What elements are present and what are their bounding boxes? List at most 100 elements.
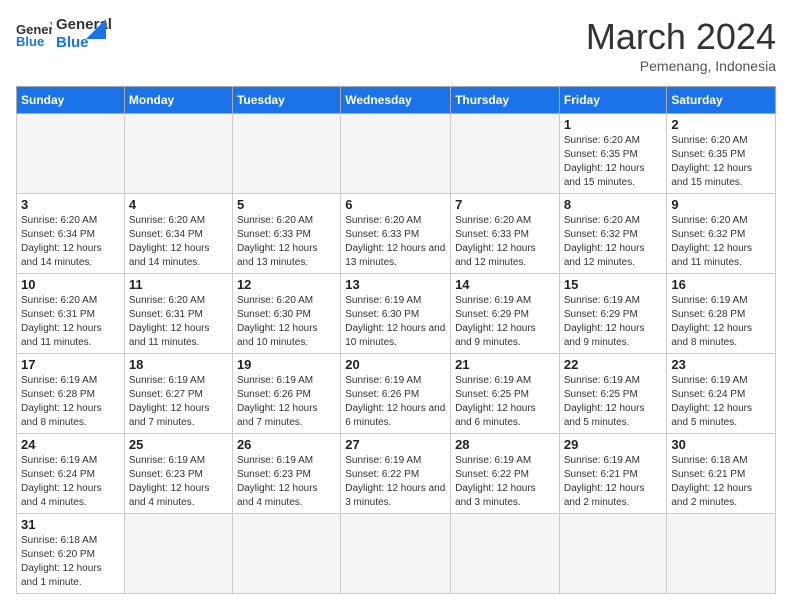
day-info: Sunrise: 6:19 AM Sunset: 6:25 PM Dayligh… (455, 374, 555, 430)
calendar-day-cell: 21 Sunrise: 6:19 AM Sunset: 6:25 PM Dayli… (451, 354, 560, 434)
day-info: Sunrise: 6:19 AM Sunset: 6:30 PM Dayligh… (345, 294, 446, 350)
calendar-day-cell: 16Sunrise: 6:19 AM Sunset: 6:28 PM Dayli… (667, 274, 776, 354)
calendar-day-cell: 15 Sunrise: 6:19 AM Sunset: 6:29 PM Dayli… (559, 274, 667, 354)
calendar-day-cell: 12 Sunrise: 6:20 AM Sunset: 6:30 PM Dayli… (232, 274, 340, 354)
weekday-header-wednesday: Wednesday (341, 87, 451, 114)
calendar-day-cell: 22 Sunrise: 6:19 AM Sunset: 6:25 PM Dayli… (559, 354, 667, 434)
day-info: Sunrise: 6:19 AM Sunset: 6:25 PM Dayligh… (564, 374, 663, 430)
day-number: 17 (21, 357, 120, 372)
calendar-day-cell (451, 514, 560, 594)
day-number: 18 (129, 357, 228, 372)
weekday-header-monday: Monday (124, 87, 232, 114)
weekday-header-friday: Friday (559, 87, 667, 114)
calendar-day-cell: 23 Sunrise: 6:19 AM Sunset: 6:24 PM Dayli… (667, 354, 776, 434)
day-number: 21 (455, 357, 555, 372)
day-number: 4 (129, 197, 228, 212)
day-info: Sunrise: 6:19 AM Sunset: 6:28 PM Dayligh… (671, 294, 771, 350)
calendar-day-cell (667, 514, 776, 594)
day-info: Sunrise: 6:19 AM Sunset: 6:23 PM Dayligh… (129, 454, 228, 510)
calendar-day-cell: 2Sunrise: 6:20 AM Sunset: 6:35 PM Daylig… (667, 114, 776, 194)
day-info: Sunrise: 6:18 AM Sunset: 6:20 PM Dayligh… (21, 534, 120, 590)
day-number: 6 (345, 197, 446, 212)
day-info: Sunrise: 6:19 AM Sunset: 6:24 PM Dayligh… (671, 374, 771, 430)
calendar-day-cell (559, 514, 667, 594)
location-subtitle: Pemenang, Indonesia (586, 58, 776, 74)
calendar-day-cell: 1Sunrise: 6:20 AM Sunset: 6:35 PM Daylig… (559, 114, 667, 194)
day-info: Sunrise: 6:19 AM Sunset: 6:21 PM Dayligh… (564, 454, 663, 510)
day-info: Sunrise: 6:19 AM Sunset: 6:22 PM Dayligh… (455, 454, 555, 510)
calendar-table: SundayMondayTuesdayWednesdayThursdayFrid… (16, 86, 776, 594)
calendar-week-row: 3 Sunrise: 6:20 AM Sunset: 6:34 PM Daylig… (17, 194, 776, 274)
calendar-week-row: 17Sunrise: 6:19 AM Sunset: 6:28 PM Dayli… (17, 354, 776, 434)
calendar-week-row: 1 Sunrise: 6:20 AM Sunset: 6:35 PM Daylig… (17, 114, 776, 194)
day-info: Sunrise: 6:19 AM Sunset: 6:27 PM Dayligh… (129, 374, 228, 430)
day-info: Sunrise: 6:20 AM Sunset: 6:31 PM Dayligh… (129, 294, 228, 350)
calendar-body: 1 Sunrise: 6:20 AM Sunset: 6:35 PM Daylig… (17, 114, 776, 594)
day-number: 23 (671, 357, 771, 372)
general-blue-logo-icon: General Blue (16, 20, 52, 48)
calendar-day-cell: 11 Sunrise: 6:20 AM Sunset: 6:31 PM Dayli… (124, 274, 232, 354)
calendar-day-cell (124, 514, 232, 594)
day-number: 24 (21, 437, 120, 452)
day-info: Sunrise: 6:19 AM Sunset: 6:22 PM Dayligh… (345, 454, 446, 510)
day-info: Sunrise: 6:20 AM Sunset: 6:33 PM Dayligh… (237, 214, 336, 270)
calendar-day-cell: 20 Sunrise: 6:19 AM Sunset: 6:26 PM Dayli… (341, 354, 451, 434)
day-number: 12 (237, 277, 336, 292)
weekday-header-row: SundayMondayTuesdayWednesdayThursdayFrid… (17, 87, 776, 114)
calendar-day-cell: 26Sunrise: 6:19 AM Sunset: 6:23 PM Dayli… (232, 434, 340, 514)
calendar-day-cell: 7 Sunrise: 6:20 AM Sunset: 6:33 PM Daylig… (451, 194, 560, 274)
calendar-day-cell: 29Sunrise: 6:19 AM Sunset: 6:21 PM Dayli… (559, 434, 667, 514)
day-info: Sunrise: 6:20 AM Sunset: 6:33 PM Dayligh… (345, 214, 446, 270)
day-number: 22 (564, 357, 663, 372)
calendar-day-cell: 17Sunrise: 6:19 AM Sunset: 6:28 PM Dayli… (17, 354, 125, 434)
calendar-day-cell: 18 Sunrise: 6:19 AM Sunset: 6:27 PM Dayli… (124, 354, 232, 434)
day-number: 28 (455, 437, 555, 452)
page-header: General Blue General Blue March 2024 Pem… (16, 16, 776, 74)
day-number: 11 (129, 277, 228, 292)
day-number: 1 (564, 117, 663, 132)
weekday-header-tuesday: Tuesday (232, 87, 340, 114)
day-number: 7 (455, 197, 555, 212)
calendar-day-cell: 28 Sunrise: 6:19 AM Sunset: 6:22 PM Dayli… (451, 434, 560, 514)
calendar-week-row: 31 Sunrise: 6:18 AM Sunset: 6:20 PM Dayli… (17, 514, 776, 594)
calendar-day-cell (451, 114, 560, 194)
logo: General Blue General Blue (16, 16, 106, 52)
day-info: Sunrise: 6:19 AM Sunset: 6:24 PM Dayligh… (21, 454, 120, 510)
day-info: Sunrise: 6:19 AM Sunset: 6:26 PM Dayligh… (345, 374, 446, 430)
day-number: 9 (671, 197, 771, 212)
calendar-day-cell (124, 114, 232, 194)
calendar-day-cell (232, 514, 340, 594)
calendar-day-cell (17, 114, 125, 194)
day-info: Sunrise: 6:20 AM Sunset: 6:33 PM Dayligh… (455, 214, 555, 270)
calendar-day-cell: 9 Sunrise: 6:20 AM Sunset: 6:32 PM Daylig… (667, 194, 776, 274)
day-info: Sunrise: 6:20 AM Sunset: 6:34 PM Dayligh… (129, 214, 228, 270)
calendar-week-row: 10 Sunrise: 6:20 AM Sunset: 6:31 PM Dayli… (17, 274, 776, 354)
calendar-day-cell: 24 Sunrise: 6:19 AM Sunset: 6:24 PM Dayli… (17, 434, 125, 514)
calendar-day-cell: 14Sunrise: 6:19 AM Sunset: 6:29 PM Dayli… (451, 274, 560, 354)
day-info: Sunrise: 6:19 AM Sunset: 6:29 PM Dayligh… (564, 294, 663, 350)
day-number: 3 (21, 197, 120, 212)
day-info: Sunrise: 6:19 AM Sunset: 6:23 PM Dayligh… (237, 454, 336, 510)
day-info: Sunrise: 6:20 AM Sunset: 6:35 PM Dayligh… (671, 134, 771, 190)
day-info: Sunrise: 6:20 AM Sunset: 6:32 PM Dayligh… (671, 214, 771, 270)
day-number: 31 (21, 517, 120, 532)
logo-triangle-icon (86, 19, 106, 39)
calendar-week-row: 24 Sunrise: 6:19 AM Sunset: 6:24 PM Dayli… (17, 434, 776, 514)
calendar-day-cell: 8Sunrise: 6:20 AM Sunset: 6:32 PM Daylig… (559, 194, 667, 274)
day-number: 20 (345, 357, 446, 372)
day-info: Sunrise: 6:19 AM Sunset: 6:26 PM Dayligh… (237, 374, 336, 430)
day-info: Sunrise: 6:20 AM Sunset: 6:30 PM Dayligh… (237, 294, 336, 350)
calendar-day-cell: 25 Sunrise: 6:19 AM Sunset: 6:23 PM Dayli… (124, 434, 232, 514)
calendar-day-cell: 4 Sunrise: 6:20 AM Sunset: 6:34 PM Daylig… (124, 194, 232, 274)
day-number: 5 (237, 197, 336, 212)
calendar-day-cell (232, 114, 340, 194)
day-info: Sunrise: 6:20 AM Sunset: 6:31 PM Dayligh… (21, 294, 120, 350)
day-number: 10 (21, 277, 120, 292)
calendar-header: SundayMondayTuesdayWednesdayThursdayFrid… (17, 87, 776, 114)
day-number: 15 (564, 277, 663, 292)
day-number: 25 (129, 437, 228, 452)
calendar-day-cell: 13Sunrise: 6:19 AM Sunset: 6:30 PM Dayli… (341, 274, 451, 354)
calendar-day-cell: 30Sunrise: 6:18 AM Sunset: 6:21 PM Dayli… (667, 434, 776, 514)
day-number: 30 (671, 437, 771, 452)
calendar-day-cell: 3Sunrise: 6:20 AM Sunset: 6:34 PM Daylig… (17, 194, 125, 274)
